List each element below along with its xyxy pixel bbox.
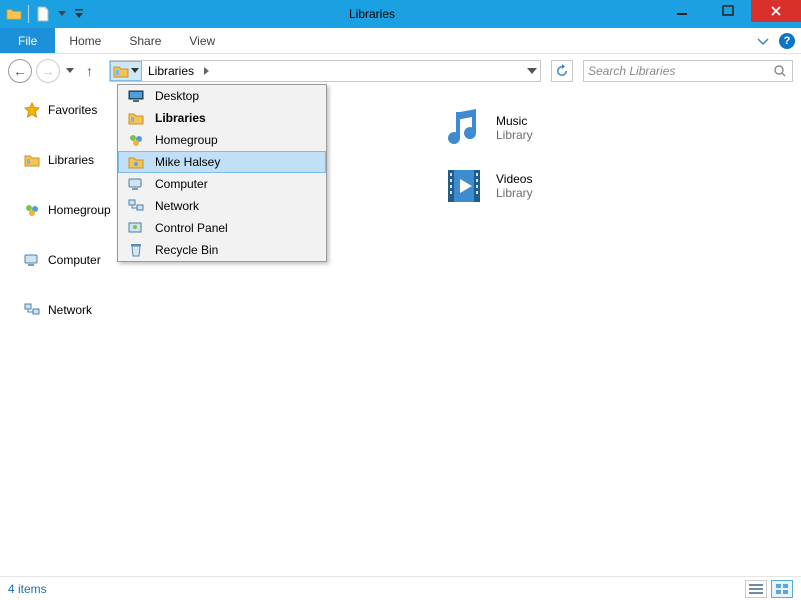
back-button[interactable]: ← (8, 59, 32, 83)
dropdown-item-label: Network (155, 199, 199, 213)
sidebar-item-label: Network (48, 303, 92, 317)
libraries-icon (113, 63, 129, 79)
address-bar[interactable]: Libraries (109, 60, 541, 82)
libraries-icon (24, 152, 40, 168)
library-item-text: Music Library (496, 114, 533, 142)
window-title: Libraries (85, 0, 659, 28)
network-icon (127, 198, 145, 214)
tab-view[interactable]: View (175, 28, 229, 53)
new-doc-icon[interactable] (35, 6, 51, 22)
dropdown-item-control-panel[interactable]: Control Panel (118, 217, 326, 239)
status-bar: 4 items (0, 576, 801, 600)
separator (28, 5, 29, 23)
homegroup-icon (24, 202, 40, 218)
breadcrumb-separator-icon[interactable] (200, 61, 214, 81)
library-item-videos[interactable]: Videos Library (440, 162, 533, 210)
sidebar-item-label: Libraries (48, 153, 94, 167)
dropdown-item-label: Desktop (155, 89, 199, 103)
recent-locations-icon[interactable] (64, 63, 76, 79)
computer-icon (24, 252, 40, 268)
close-button[interactable] (751, 0, 801, 22)
dropdown-item-libraries[interactable]: Libraries (118, 107, 326, 129)
monitor-icon (127, 88, 145, 104)
help-icon[interactable]: ? (779, 33, 795, 49)
dropdown-item-desktop[interactable]: Desktop (118, 85, 326, 107)
recycle-bin-icon (127, 242, 145, 258)
sidebar-item-network[interactable]: Network (10, 294, 160, 326)
music-icon (440, 104, 488, 152)
user-folder-icon (127, 154, 145, 170)
dropdown-item-homegroup[interactable]: Homegroup (118, 129, 326, 151)
maximize-button[interactable] (705, 0, 751, 22)
folder-icon (6, 6, 22, 22)
dropdown-item-label: Libraries (155, 111, 206, 125)
new-doc-dropdown-icon[interactable] (57, 6, 67, 22)
refresh-button[interactable] (551, 60, 573, 82)
navigation-bar: ← → ↑ Libraries Search Librari (0, 54, 801, 88)
search-icon (772, 63, 788, 79)
window-controls (659, 0, 801, 28)
computer-icon (127, 176, 145, 192)
ribbon-tabs: File Home Share View ? (0, 28, 801, 53)
dropdown-item-label: Control Panel (155, 221, 228, 235)
videos-icon (440, 162, 488, 210)
sidebar-item-label: Homegroup (48, 203, 111, 217)
status-count: 4 items (8, 582, 47, 596)
library-item-name: Music (496, 114, 533, 128)
dropdown-item-label: Recycle Bin (155, 243, 218, 257)
network-icon (24, 302, 40, 318)
address-dropdown-icon[interactable] (524, 63, 540, 79)
library-item-sub: Library (496, 186, 533, 200)
sidebar-item-label: Favorites (48, 103, 97, 117)
view-icons-button[interactable] (771, 580, 793, 598)
dropdown-item-label: Homegroup (155, 133, 218, 147)
forward-button[interactable]: → (36, 59, 60, 83)
search-input[interactable]: Search Libraries (583, 60, 793, 82)
dropdown-item-label: Computer (155, 177, 208, 191)
qat-customize-icon[interactable] (73, 6, 85, 22)
breadcrumb-libraries[interactable]: Libraries (142, 61, 200, 81)
minimize-button[interactable] (659, 0, 705, 22)
address-icon-segment[interactable] (110, 61, 142, 81)
control-panel-icon (127, 220, 145, 236)
dropdown-item-recycle-bin[interactable]: Recycle Bin (118, 239, 326, 261)
dropdown-item-user[interactable]: Mike Halsey (118, 151, 326, 173)
address-dropdown: Desktop Libraries Homegroup Mike Halsey … (117, 84, 327, 262)
library-item-music[interactable]: Music Library (440, 104, 533, 152)
library-item-name: Videos (496, 172, 533, 186)
titlebar: Libraries (0, 0, 801, 28)
sidebar-item-label: Computer (48, 253, 101, 267)
dropdown-item-network[interactable]: Network (118, 195, 326, 217)
tab-home[interactable]: Home (55, 28, 115, 53)
up-button[interactable]: ↑ (80, 63, 99, 79)
homegroup-icon (127, 132, 145, 148)
dropdown-item-label: Mike Halsey (155, 155, 220, 169)
file-tab[interactable]: File (0, 28, 55, 53)
tab-share[interactable]: Share (115, 28, 175, 53)
view-details-button[interactable] (745, 580, 767, 598)
star-icon (24, 102, 40, 118)
search-placeholder: Search Libraries (588, 64, 675, 78)
quick-access-toolbar (0, 0, 85, 28)
libraries-icon (127, 110, 145, 126)
expand-ribbon-icon[interactable] (755, 33, 771, 49)
library-item-text: Videos Library (496, 172, 533, 200)
library-item-sub: Library (496, 128, 533, 142)
dropdown-item-computer[interactable]: Computer (118, 173, 326, 195)
